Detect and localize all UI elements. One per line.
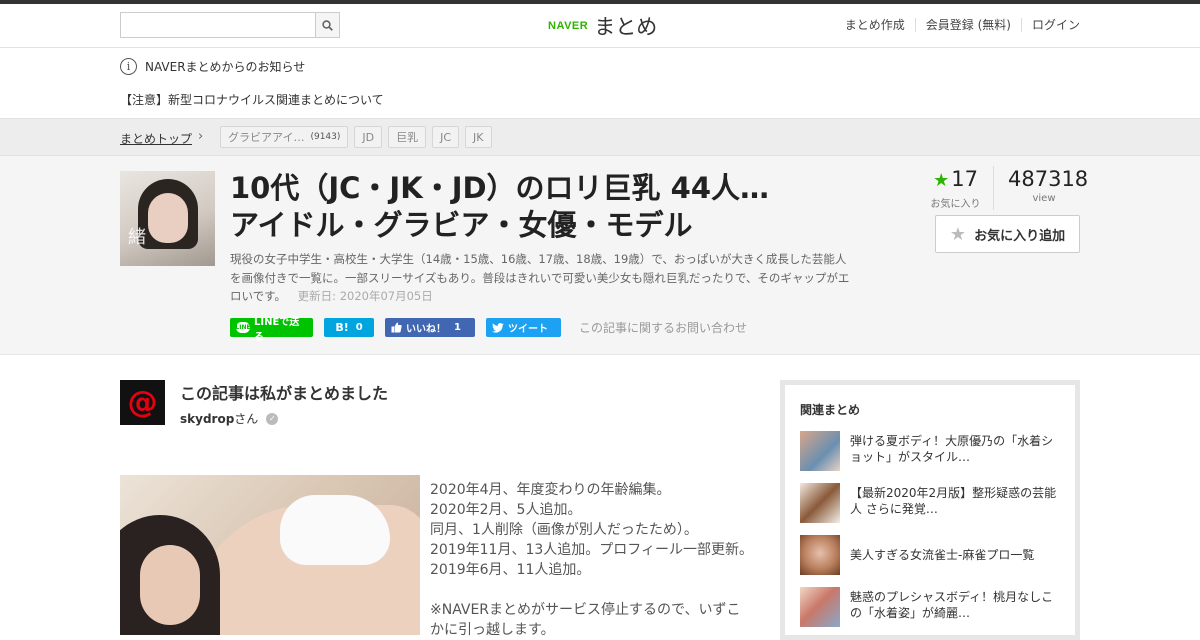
related-thumbnail — [800, 431, 840, 471]
article-header: 緒 10代（JC・JK・JD）のロリ巨乳 44人… アイドル・グラビア・女優・モ… — [0, 156, 1200, 355]
star-icon: ★ — [933, 170, 950, 191]
tag-label: グラビアアイ… — [228, 131, 305, 144]
tag-jk[interactable]: JK — [465, 126, 492, 148]
author-name[interactable]: skydrop — [180, 412, 234, 426]
tag-gravure-idol[interactable]: グラビアアイ… (9143) — [220, 126, 349, 148]
tag-list: グラビアアイ… (9143) JD 巨乳 JC JK — [220, 126, 498, 148]
article-stats: ★17 お気に入り 487318 view — [928, 166, 1089, 210]
tag-label: JD — [362, 130, 375, 144]
verified-check-icon: ✓ — [266, 412, 279, 425]
article-title: 10代（JC・JK・JD）のロリ巨乳 44人… アイドル・グラビア・女優・モデル — [230, 170, 870, 244]
body-line: 2019年6月、11人追加。 — [430, 562, 591, 578]
notice-title: NAVERまとめからのお知らせ — [145, 60, 306, 74]
nav-register[interactable]: 会員登録 (無料) — [914, 18, 1021, 32]
views-count: 487318 — [1008, 167, 1089, 191]
body-line: 2020年2月、5人追加。 — [430, 502, 582, 518]
share-bar: LINE LINEで送る B! 0 いいね！ 1 ツイート この記事に関するお問… — [230, 317, 747, 343]
top-nav: まとめ作成 会員登録 (無料) ログイン — [835, 18, 1080, 32]
facebook-like-label: いいね！ — [406, 324, 446, 335]
tag-count: (9143) — [310, 132, 341, 142]
related-item[interactable]: 美人すぎる女流雀士-麻雀プロ一覧 — [800, 535, 1060, 575]
facebook-like-count: 1 — [454, 322, 461, 333]
chevron-right-icon: › — [198, 129, 204, 144]
views-stat: 487318 view — [994, 166, 1089, 210]
at-symbol-icon: @ — [127, 385, 158, 420]
nav-login[interactable]: ログイン — [1020, 18, 1080, 32]
thumbnail-overlay-text: 緒 — [128, 227, 146, 248]
add-favorite-button[interactable]: ★ お気に入り追加 — [935, 215, 1080, 253]
updated-date: 更新日: 2020年07月05日 — [297, 289, 433, 303]
tag-kyonyu[interactable]: 巨乳 — [388, 126, 427, 148]
article-description: 現役の女子中学生・高校生・大学生（14歳・15歳、16歳、17歳、18歳、19歳… — [230, 250, 850, 306]
line-share-button[interactable]: LINE LINEで送る — [230, 317, 313, 343]
notice-header: i NAVERまとめからのお知らせ — [120, 58, 305, 75]
body-line: ※NAVERまとめがサービス停止するので、いずこ — [430, 602, 741, 618]
related-item-title: 美人すぎる女流雀士-麻雀プロ一覧 — [850, 548, 1035, 562]
article-thumbnail: 緒 — [120, 171, 215, 266]
views-label: view — [1032, 193, 1056, 204]
notice-link[interactable]: 【注意】新型コロナウイルス関連まとめについて — [120, 91, 384, 108]
top-bar: NAVER まとめ まとめ作成 会員登録 (無料) ログイン — [0, 0, 1200, 48]
tweet-label: ツイート — [508, 324, 548, 335]
search-button[interactable] — [315, 13, 339, 37]
facebook-like-button[interactable]: いいね！ 1 — [385, 318, 475, 337]
related-item[interactable]: 弾ける夏ボディ！大原優乃の「水着ショット」がスタイル… — [800, 431, 1060, 471]
search-icon — [322, 19, 333, 31]
hatena-bookmark-button[interactable]: B! 0 — [324, 318, 374, 337]
body-line — [430, 580, 760, 600]
body-line: 同月、1人削除（画像が別人だったため）。 — [430, 522, 698, 538]
related-item[interactable]: 【最新2020年2月版】整形疑惑の芸能人 さらに発覚… — [800, 483, 1060, 523]
related-thumbnail — [800, 587, 840, 627]
body-line: かに引っ越します。 — [430, 622, 555, 638]
tag-label: JK — [473, 130, 484, 144]
article-hero-image — [120, 475, 420, 635]
tag-jc[interactable]: JC — [432, 126, 460, 148]
tag-label: 巨乳 — [396, 131, 419, 144]
breadcrumb-top-link[interactable]: まとめトップ — [120, 130, 192, 147]
hatena-count: 0 — [355, 322, 363, 333]
line-icon: LINE — [235, 322, 251, 333]
thumbs-up-icon — [391, 322, 402, 333]
twitter-tweet-button[interactable]: ツイート — [486, 318, 561, 337]
logo-brand: NAVER — [548, 20, 589, 32]
related-thumbnail — [800, 483, 840, 523]
author-suffix: さん — [234, 412, 259, 426]
body-line: 2019年11月、13人追加。プロフィール一部更新。 — [430, 542, 753, 558]
site-logo[interactable]: NAVER まとめ — [548, 12, 657, 40]
logo-service: まとめ — [594, 15, 658, 39]
author-name-row: skydrop さん ✓ — [180, 410, 279, 427]
body-line: 2020年4月、年度変わりの年齢編集。 — [430, 482, 671, 498]
related-matome-sidebar: 関連まとめ 弾ける夏ボディ！大原優乃の「水着ショット」がスタイル… 【最新202… — [780, 380, 1080, 640]
author-heading: この記事は私がまとめました — [180, 384, 389, 403]
breadcrumb: まとめトップ › グラビアアイ… (9143) JD 巨乳 JC JK — [0, 118, 1200, 156]
contact-link[interactable]: この記事に関するお問い合わせ — [579, 319, 747, 336]
add-favorite-label: お気に入り追加 — [974, 228, 1066, 244]
article-title-line1: 10代（JC・JK・JD）のロリ巨乳 44人… — [230, 171, 770, 205]
article-title-line2: アイドル・グラビア・女優・モデル — [230, 208, 693, 242]
search-box — [120, 12, 340, 38]
related-thumbnail — [800, 535, 840, 575]
search-input[interactable] — [121, 13, 316, 37]
star-outline-icon: ★ — [949, 223, 967, 245]
related-item-title: 【最新2020年2月版】整形疑惑の芸能人 さらに発覚… — [850, 486, 1057, 516]
favorites-stat: ★17 お気に入り — [928, 166, 994, 210]
favorites-label: お気に入り — [930, 199, 981, 210]
author-avatar[interactable]: @ — [120, 380, 165, 425]
related-item-title: 魅惑のプレシャスボディ！桃月なしこの「水着姿」が綺麗… — [850, 590, 1054, 620]
tag-label: JC — [440, 130, 452, 144]
info-icon: i — [120, 58, 137, 75]
sidebar-title: 関連まとめ — [800, 403, 861, 417]
related-item[interactable]: 魅惑のプレシャスボディ！桃月なしこの「水着姿」が綺麗… — [800, 587, 1060, 627]
tag-jd[interactable]: JD — [354, 126, 383, 148]
line-share-label: LINEで送る — [254, 316, 300, 343]
favorites-count: 17 — [951, 167, 978, 191]
article-body: 2020年4月、年度変わりの年齢編集。 2020年2月、5人追加。 同月、1人削… — [430, 480, 760, 640]
twitter-bird-icon — [492, 322, 504, 333]
nav-create-matome[interactable]: まとめ作成 — [835, 18, 915, 32]
related-item-title: 弾ける夏ボディ！大原優乃の「水着ショット」がスタイル… — [850, 434, 1054, 464]
hatena-icon: B! — [335, 321, 349, 334]
